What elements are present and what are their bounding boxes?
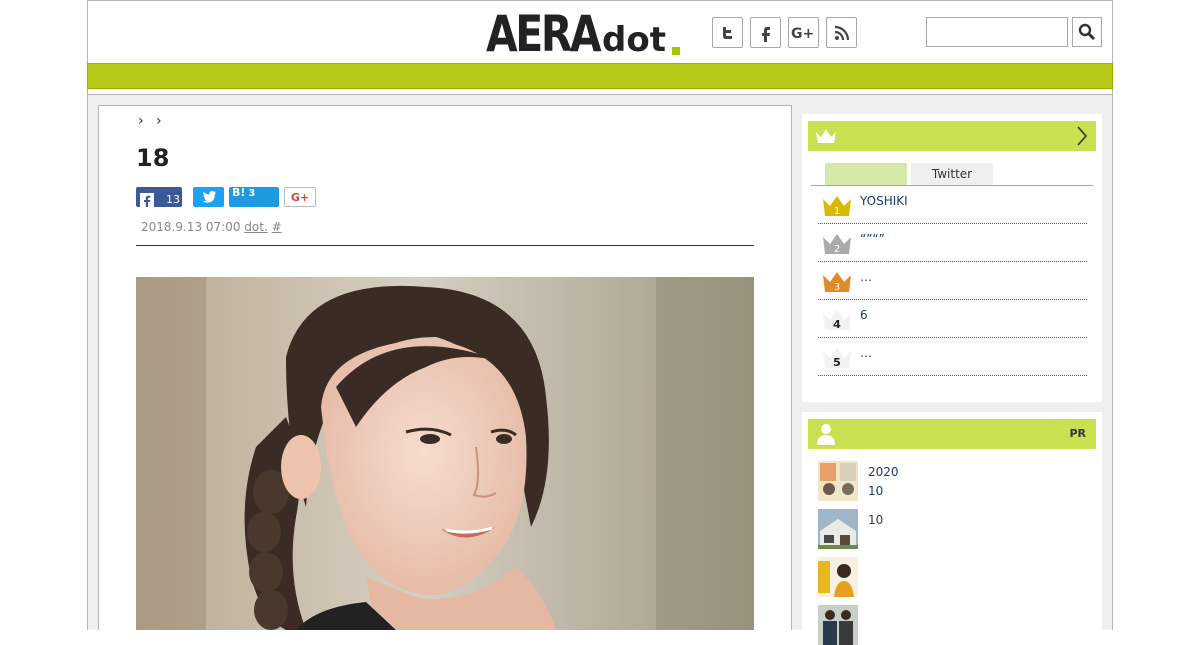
facebook-button[interactable] — [750, 17, 781, 48]
pr-thumbnail — [818, 557, 858, 597]
rank-5-crown-icon: 5 — [823, 348, 851, 368]
nav-bar — [87, 63, 1113, 89]
ranking-item[interactable]: 5 … — [818, 338, 1087, 376]
tab-access[interactable] — [825, 163, 907, 185]
article-hash-link[interactable]: # — [272, 220, 282, 234]
article-title: 18 — [136, 144, 170, 172]
rank-3-crown-icon: 3 — [823, 272, 851, 292]
rss-icon — [834, 25, 849, 40]
ranking-header[interactable] — [808, 121, 1096, 151]
search-icon — [1078, 23, 1096, 41]
person-icon — [817, 424, 835, 445]
pr-thumbnail — [818, 461, 858, 501]
ranking-item[interactable]: 4 6 — [818, 300, 1087, 338]
google-plus-label: G+ — [290, 190, 310, 204]
ranking-item-text: … — [860, 270, 872, 284]
pr-thumbnail — [818, 509, 858, 549]
search-input[interactable] — [926, 17, 1068, 47]
breadcrumb[interactable]: › › — [138, 113, 166, 129]
hatena-label: B! — [232, 186, 246, 199]
ranking-item[interactable]: 2 “”“” — [818, 224, 1087, 262]
logo-dot: dot — [602, 20, 666, 60]
search-button[interactable] — [1072, 17, 1102, 47]
pr-item-line2: 10 — [868, 484, 884, 498]
rank-2-crown-icon: 2 — [823, 234, 851, 254]
crown-icon — [816, 129, 836, 143]
pr-thumbnail — [818, 605, 858, 645]
google-plus-share-button[interactable]: G+ — [284, 187, 316, 207]
google-plus-button[interactable]: G+ — [788, 17, 819, 48]
twitter-share-button[interactable] — [193, 187, 224, 207]
ranking-item-text: YOSHIKI — [860, 194, 908, 208]
article-date: 2018.9.13 07:00 — [141, 220, 241, 234]
pr-label: PR — [1069, 427, 1086, 440]
site-logo[interactable]: AERA dot — [486, 6, 686, 62]
hatena-bookmark-button[interactable]: B! 3 — [229, 187, 279, 207]
rank-1-crown-icon: 1 — [823, 196, 851, 216]
facebook-icon — [761, 26, 770, 42]
twitter-button[interactable] — [712, 17, 743, 48]
chevron-right-icon — [1077, 126, 1088, 146]
article-meta: 2018.9.13 07:00 dot. # — [141, 220, 282, 234]
pr-header: PR — [808, 419, 1096, 449]
svg-text:G+: G+ — [791, 26, 814, 42]
ranking-item-text: … — [860, 346, 872, 360]
rss-button[interactable] — [826, 17, 857, 48]
ranking-item-text: “”“” — [860, 232, 885, 246]
ranking-item[interactable]: 1 YOSHIKI — [818, 186, 1087, 224]
facebook-share-count: 13 — [166, 193, 180, 206]
article-photo — [136, 277, 754, 630]
logo-dot-mark — [672, 47, 680, 55]
logo-aera: AERA — [486, 5, 602, 63]
hatena-count: 3 — [248, 188, 256, 199]
portrait-illustration — [136, 277, 754, 630]
pr-item-line1: 2020 — [868, 465, 899, 479]
ranking-item-text: 6 — [860, 308, 868, 322]
twitter-bird-icon — [201, 191, 216, 203]
svg-text:2: 2 — [834, 244, 840, 254]
svg-text:5: 5 — [833, 356, 841, 368]
rank-4-crown-icon: 4 — [823, 310, 851, 330]
google-plus-icon: G+ — [791, 26, 814, 42]
svg-text:1: 1 — [834, 206, 840, 216]
tab-twitter[interactable]: Twitter — [911, 163, 993, 185]
svg-text:4: 4 — [833, 318, 841, 330]
svg-text:3: 3 — [834, 282, 840, 292]
facebook-share-button[interactable]: 13 — [136, 187, 182, 207]
article-source-link[interactable]: dot. — [244, 220, 267, 234]
meta-divider — [136, 245, 754, 246]
twitter-icon — [722, 26, 732, 39]
facebook-icon — [140, 192, 154, 207]
ranking-item[interactable]: 3 … — [818, 262, 1087, 300]
pr-item-line1: 10 — [868, 513, 884, 527]
